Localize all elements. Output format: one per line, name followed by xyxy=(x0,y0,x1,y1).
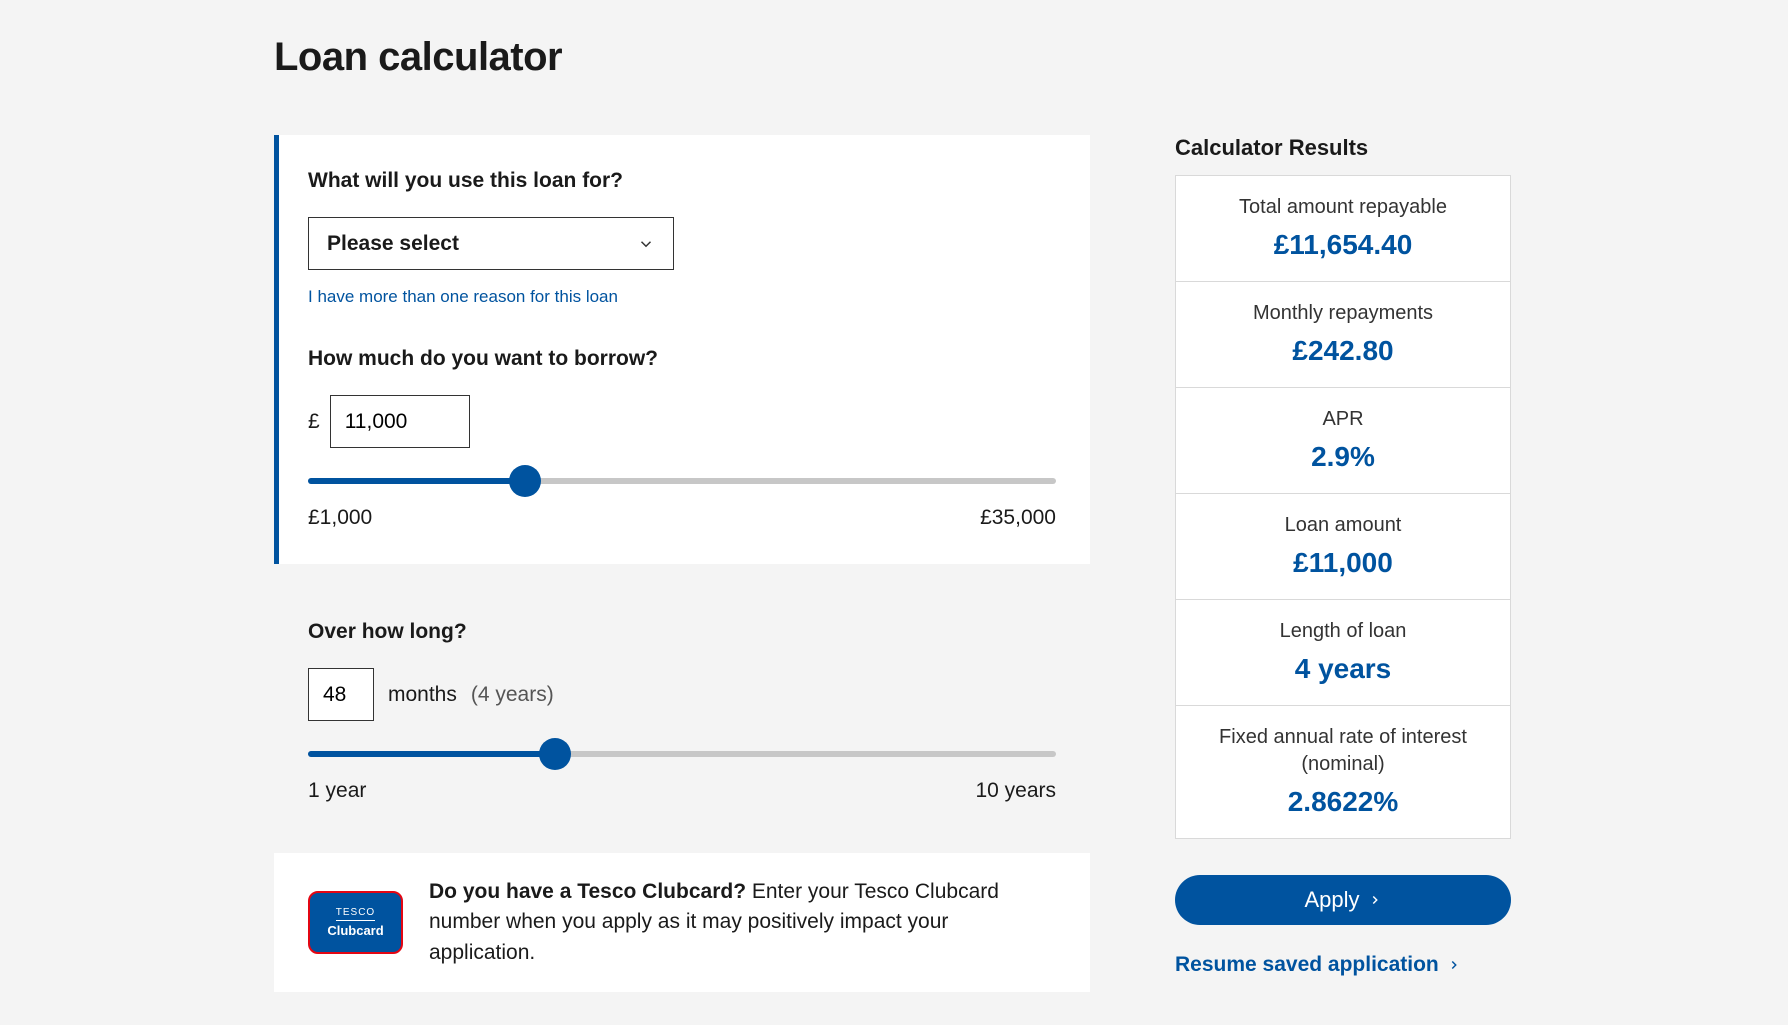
term-question: Over how long? xyxy=(308,620,1056,644)
result-value: £11,654.40 xyxy=(1186,229,1500,261)
amount-question: How much do you want to borrow? xyxy=(308,347,1056,371)
chevron-down-icon xyxy=(637,235,655,253)
page-title: Loan calculator xyxy=(274,35,1514,80)
results-title: Calculator Results xyxy=(1175,135,1511,161)
term-years-hint: (4 years) xyxy=(471,683,554,707)
results-column: Calculator Results Total amount repayabl… xyxy=(1175,135,1511,992)
amount-slider-thumb[interactable] xyxy=(509,465,541,497)
currency-symbol: £ xyxy=(308,410,320,434)
result-row-length: Length of loan 4 years xyxy=(1176,600,1510,706)
amount-slider[interactable]: £1,000 £35,000 xyxy=(308,478,1056,530)
result-label: Monthly repayments xyxy=(1186,300,1500,327)
purpose-select-value: Please select xyxy=(327,232,459,256)
result-label: Fixed annual rate of interest (nominal) xyxy=(1186,724,1500,778)
chevron-right-icon xyxy=(1447,958,1461,972)
term-section: Over how long? months (4 years) 1 year 1… xyxy=(274,620,1090,803)
apply-button-label: Apply xyxy=(1304,887,1359,913)
resume-application-link[interactable]: Resume saved application xyxy=(1175,953,1461,977)
purpose-select[interactable]: Please select xyxy=(308,217,674,270)
amount-slider-fill xyxy=(308,478,525,484)
result-value: 2.9% xyxy=(1186,441,1500,473)
clubcard-text: Do you have a Tesco Clubcard? Enter your… xyxy=(429,877,1056,968)
clubcard-logo: TESCO Clubcard xyxy=(308,891,403,954)
result-row-amount: Loan amount £11,000 xyxy=(1176,494,1510,600)
result-row-nominal: Fixed annual rate of interest (nominal) … xyxy=(1176,706,1510,838)
multi-reason-link[interactable]: I have more than one reason for this loa… xyxy=(308,287,618,307)
form-column: What will you use this loan for? Please … xyxy=(274,135,1090,992)
clubcard-brand: TESCO xyxy=(336,907,375,921)
result-value: 2.8622% xyxy=(1186,786,1500,818)
result-row-monthly: Monthly repayments £242.80 xyxy=(1176,282,1510,388)
apply-button[interactable]: Apply xyxy=(1175,875,1511,925)
result-value: 4 years xyxy=(1186,653,1500,685)
result-value: £11,000 xyxy=(1186,547,1500,579)
result-value: £242.80 xyxy=(1186,335,1500,367)
result-label: Loan amount xyxy=(1186,512,1500,539)
term-unit: months xyxy=(388,683,457,707)
amount-max-label: £35,000 xyxy=(980,506,1056,530)
term-input[interactable] xyxy=(308,668,374,721)
result-label: Total amount repayable xyxy=(1186,194,1500,221)
term-max-label: 10 years xyxy=(975,779,1056,803)
clubcard-sub: Clubcard xyxy=(327,923,383,939)
result-label: APR xyxy=(1186,406,1500,433)
term-min-label: 1 year xyxy=(308,779,366,803)
clubcard-panel: TESCO Clubcard Do you have a Tesco Clubc… xyxy=(274,853,1090,992)
results-box: Total amount repayable £11,654.40 Monthl… xyxy=(1175,175,1511,839)
loan-inputs-card: What will you use this loan for? Please … xyxy=(274,135,1090,564)
result-row-total: Total amount repayable £11,654.40 xyxy=(1176,176,1510,282)
resume-link-label: Resume saved application xyxy=(1175,953,1439,977)
amount-min-label: £1,000 xyxy=(308,506,372,530)
chevron-right-icon xyxy=(1368,893,1382,907)
result-row-apr: APR 2.9% xyxy=(1176,388,1510,494)
result-label: Length of loan xyxy=(1186,618,1500,645)
term-slider-fill xyxy=(308,751,555,757)
clubcard-lead: Do you have a Tesco Clubcard? xyxy=(429,880,746,903)
purpose-question: What will you use this loan for? xyxy=(308,169,1056,193)
amount-input[interactable] xyxy=(330,395,470,448)
term-slider-thumb[interactable] xyxy=(539,738,571,770)
term-slider[interactable]: 1 year 10 years xyxy=(308,751,1056,803)
